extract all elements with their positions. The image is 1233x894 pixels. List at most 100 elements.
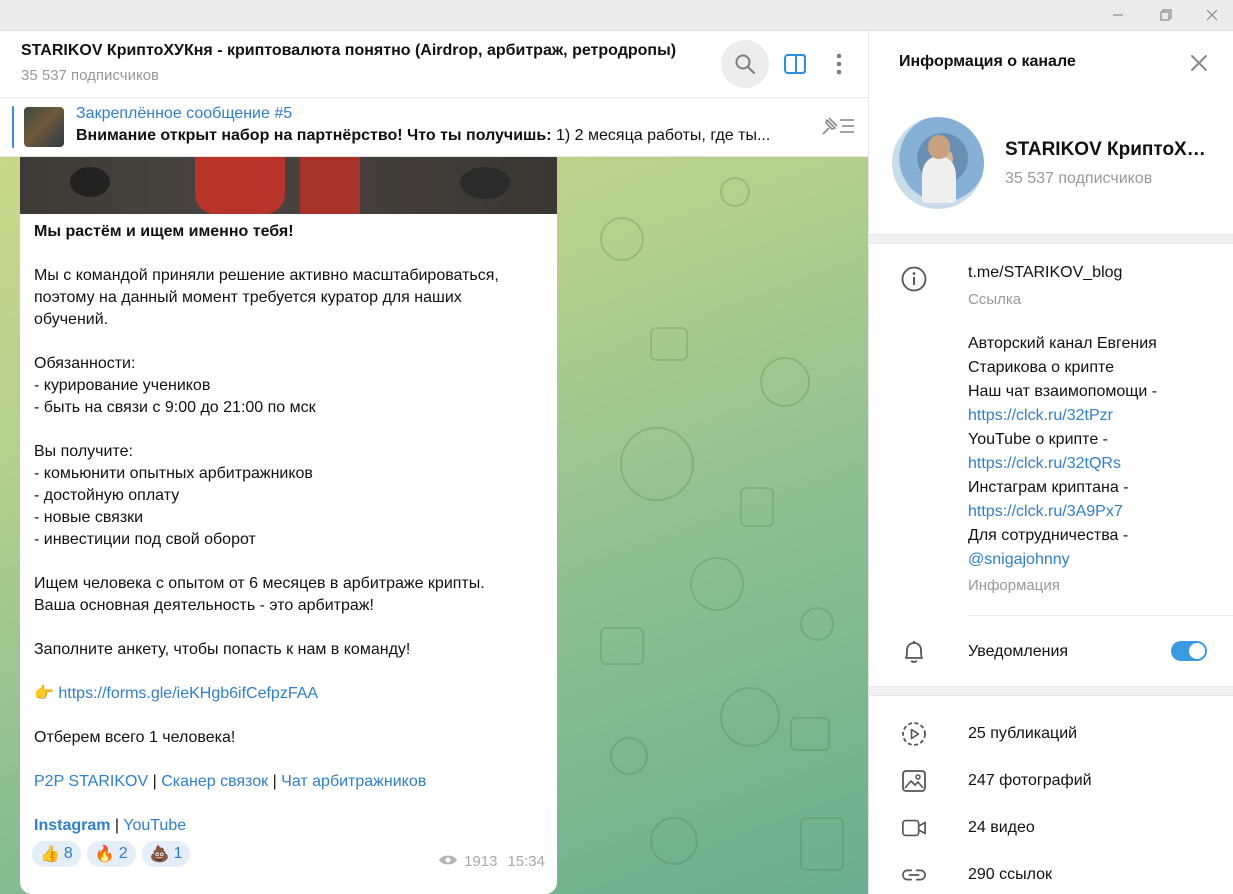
media-videos[interactable]: 24 видео <box>968 819 1035 837</box>
reaction-fire[interactable]: 🔥 2 <box>86 841 136 867</box>
reactions: 👍 8 🔥 2 💩 1 <box>32 841 191 867</box>
media-publications[interactable]: 25 публикаций <box>968 725 1077 743</box>
message-line: Обязанности: <box>34 355 136 372</box>
links-row-1: P2P STARIKOV | Сканер связок | Чат арбит… <box>34 773 427 790</box>
channel-description: Авторский канал Евгения Старикова о крип… <box>968 332 1218 572</box>
link-chat[interactable]: Чат арбитражников <box>281 773 426 790</box>
background-doodle <box>600 627 644 665</box>
panel-title: Информация о канале <box>899 53 1076 70</box>
description-label: Информация <box>968 577 1060 594</box>
pinned-message-bar[interactable]: Закреплённое сообщение #5 Внимание откры… <box>0 98 868 157</box>
channel-subscribers: 35 537 подписчиков <box>1005 170 1153 187</box>
background-doodle <box>650 327 688 361</box>
background-doodle <box>600 217 644 261</box>
message-time: 15:34 <box>507 853 545 870</box>
reaction-poop[interactable]: 💩 1 <box>141 841 191 867</box>
message-meta: 1913 15:34 <box>438 853 545 870</box>
message-line: Мы с командой приняли решение активно ма… <box>34 267 499 284</box>
channel-link-label: Ссылка <box>968 291 1022 308</box>
channel-name: STARIKOV КриптоХУКня - криптовалюта поня… <box>1005 139 1215 160</box>
description-link-3[interactable]: https://clck.ru/3A9Px7 <box>968 500 1218 524</box>
channel-info-panel: Информация о канале STARIKOV КриптоХУКня… <box>869 31 1233 894</box>
reaction-thumbs-up[interactable]: 👍 8 <box>32 841 81 867</box>
channel-avatar[interactable] <box>892 117 984 209</box>
minimize-icon[interactable] <box>1095 0 1141 30</box>
description-link-1[interactable]: https://clck.ru/32tPzr <box>968 404 1218 428</box>
more-vertical-icon[interactable] <box>815 40 863 88</box>
media-photos[interactable]: 247 фотографий <box>968 772 1092 790</box>
message-line: Вы получите: <box>34 443 133 460</box>
description-handle[interactable]: @snigajohnny <box>968 548 1218 572</box>
window-titlebar <box>0 0 1233 31</box>
message-bubble[interactable]: Мы растём и ищем именно тебя! Мы с команд… <box>20 157 557 894</box>
search-icon[interactable] <box>721 40 769 88</box>
message-line: - курирование учеников <box>34 377 211 394</box>
chat-header: STARIKOV КриптоХУКня - криптовалюта поня… <box>0 31 868 98</box>
play-circle-icon <box>901 721 927 747</box>
video-icon <box>901 815 927 841</box>
form-link-line: 👉 https://forms.gle/ieKHgb6ifCefpzFAA <box>34 685 319 702</box>
background-doodle <box>800 817 844 871</box>
pinned-indicator <box>12 106 14 148</box>
notifications-label: Уведомления <box>968 643 1069 660</box>
section-separator <box>869 686 1233 696</box>
media-links[interactable]: 290 ссылок <box>968 866 1052 884</box>
form-link[interactable]: https://forms.gle/ieKHgb6ifCefpzFAA <box>58 685 318 702</box>
eye-icon <box>438 853 458 870</box>
link-p2p[interactable]: P2P STARIKOV <box>34 773 148 790</box>
channel-link[interactable]: t.me/STARIKOV_blog <box>968 264 1122 282</box>
message-line: обучений. <box>34 311 109 328</box>
background-doodle <box>740 487 774 527</box>
view-count: 1913 <box>464 853 498 870</box>
background-doodle <box>720 687 780 747</box>
pinned-title: Закреплённое сообщение #5 <box>76 105 293 122</box>
close-window-icon[interactable] <box>1189 0 1233 30</box>
message-line: Мы растём и ищем именно тебя! <box>34 223 294 240</box>
message-line: поэтому на данный момент требуется курат… <box>34 289 462 306</box>
message-line: - комьюнити опытных арбитражников <box>34 465 313 482</box>
message-line: - новые связки <box>34 509 144 526</box>
message-text: Мы растём и ищем именно тебя! Мы с команд… <box>34 221 544 837</box>
background-doodle <box>650 817 698 865</box>
background-doodle <box>800 607 834 641</box>
message-line: - достойную оплату <box>34 487 180 504</box>
message-photo[interactable] <box>20 157 557 214</box>
links-row-2: Instagram | YouTube <box>34 817 187 834</box>
message-line: - быть на связи с 9:00 до 21:00 по мск <box>34 399 316 416</box>
bell-icon <box>901 639 927 665</box>
background-doodle <box>690 557 744 611</box>
chat-title[interactable]: STARIKOV КриптоХУКня - криптовалюта поня… <box>21 42 676 60</box>
close-icon[interactable] <box>1185 49 1213 77</box>
restore-icon[interactable] <box>1143 0 1189 30</box>
message-line: - инвестиции под свой оборот <box>34 531 256 548</box>
pinned-text: Внимание открыт набор на партнёрство! Чт… <box>76 127 771 144</box>
chat-area[interactable]: Мы растём и ищем именно тебя! Мы с команд… <box>0 157 868 894</box>
link-icon <box>901 862 927 888</box>
sidebar-toggle-icon[interactable] <box>771 40 819 88</box>
chat-subscriber-count: 35 537 подписчиков <box>21 67 160 84</box>
message-line: Заполните анкету, чтобы попасть к нам в … <box>34 641 411 658</box>
background-doodle <box>610 737 648 775</box>
background-doodle <box>620 427 694 501</box>
pinned-thumbnail <box>24 107 64 147</box>
background-doodle <box>760 357 810 407</box>
message-line: Ваша основная деятельность - это арбитра… <box>34 597 374 614</box>
row-divider <box>968 615 1233 616</box>
link-instagram[interactable]: Instagram <box>34 817 110 834</box>
pinned-list-icon[interactable] <box>820 115 856 142</box>
background-doodle <box>720 177 750 207</box>
notifications-toggle[interactable] <box>1171 641 1207 661</box>
description-link-2[interactable]: https://clck.ru/32tQRs <box>968 452 1218 476</box>
info-icon <box>901 266 927 292</box>
image-icon <box>901 768 927 794</box>
background-doodle <box>790 717 830 751</box>
link-scanner[interactable]: Сканер связок <box>161 773 268 790</box>
message-line: Ищем человека с опытом от 6 месяцев в ар… <box>34 575 485 592</box>
select-text: Отберем всего 1 человека! <box>34 729 236 746</box>
link-youtube[interactable]: YouTube <box>123 817 186 834</box>
